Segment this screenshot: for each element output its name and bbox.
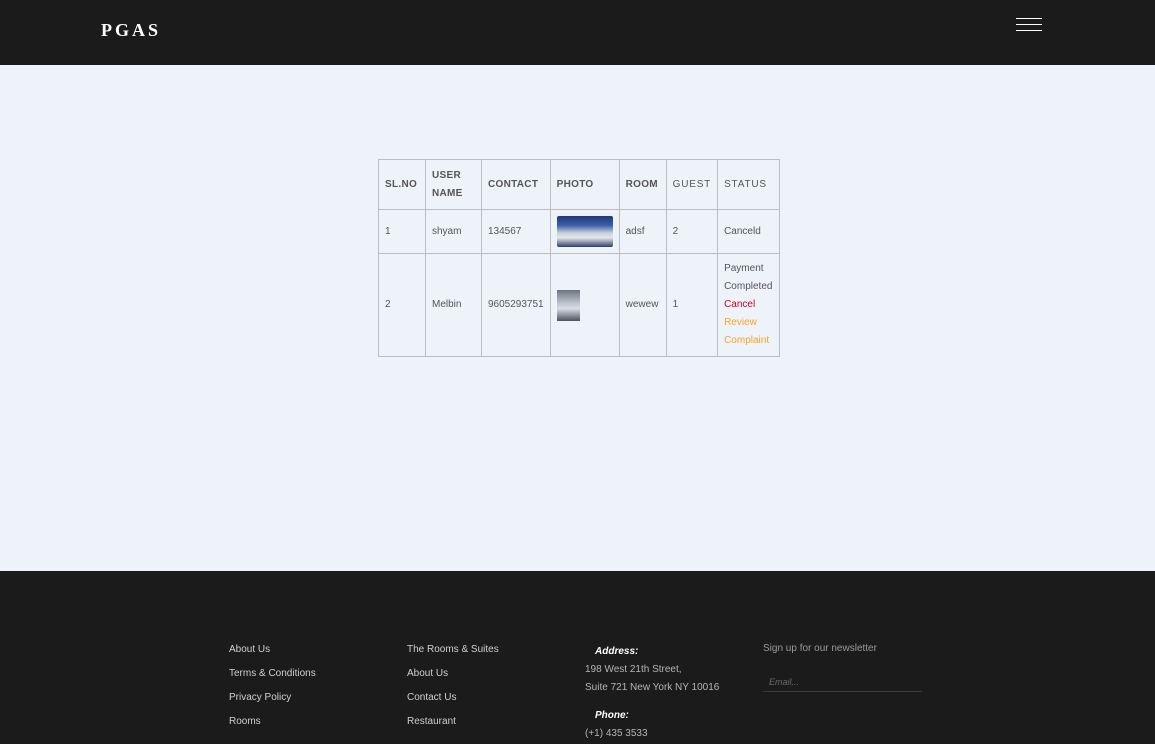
col-header-slno: SL.NO <box>378 159 426 210</box>
complaint-link[interactable]: Complaint <box>724 332 773 350</box>
hamburger-menu-icon[interactable] <box>1012 15 1046 37</box>
footer-link-about-us[interactable]: About Us <box>229 638 316 662</box>
address-label: Address: <box>595 646 639 657</box>
newsletter-email-input[interactable] <box>763 672 922 692</box>
review-link[interactable]: Review <box>724 314 773 332</box>
footer-links-col2: The Rooms & Suites About Us Contact Us R… <box>407 638 499 734</box>
cell-username: Melbin <box>425 253 482 357</box>
newsletter-title: Sign up for our newsletter <box>763 643 877 654</box>
col-header-guest: GUEST <box>665 159 719 210</box>
table-header-row: SL.NO USER NAME CONTACT PHOTO ROOM GUEST… <box>378 159 781 210</box>
address-line2: Suite 721 New York NY 10016 <box>585 682 720 693</box>
table-row: 2 Melbin 9605293751 wewew 1 Payment Comp… <box>378 253 781 357</box>
group-photo-thumbnail[interactable] <box>556 216 613 247</box>
cell-guest: 1 <box>665 253 719 357</box>
status-text: Payment Completed <box>724 263 773 292</box>
footer-link-rooms[interactable]: Rooms <box>229 710 316 734</box>
site-footer: About Us Terms & Conditions Privacy Poli… <box>0 571 1155 744</box>
col-header-photo: PHOTO <box>549 159 620 210</box>
footer-link-terms[interactable]: Terms & Conditions <box>229 662 316 686</box>
cell-status: Canceld <box>717 209 781 254</box>
phone-number: (+1) 435 3533 <box>585 728 648 739</box>
footer-newsletter: Sign up for our newsletter <box>763 643 922 692</box>
cell-slno: 2 <box>378 253 426 357</box>
col-header-username: USER NAME <box>425 159 482 210</box>
footer-link-privacy[interactable]: Privacy Policy <box>229 686 316 710</box>
footer-link-restaurant[interactable]: Restaurant <box>407 710 499 734</box>
cell-slno: 1 <box>378 209 426 254</box>
footer-links-col1: About Us Terms & Conditions Privacy Poli… <box>229 638 316 734</box>
footer-link-about-us-2[interactable]: About Us <box>407 662 499 686</box>
phone-label: Phone: <box>595 710 629 721</box>
col-header-contact: CONTACT <box>481 159 551 210</box>
address-line1: 198 West 21th Street, <box>585 664 682 675</box>
table-row: 1 shyam 134567 adsf 2 Canceld <box>378 209 781 254</box>
bookings-table: SL.NO USER NAME CONTACT PHOTO ROOM GUEST… <box>378 159 781 357</box>
cell-photo <box>549 253 620 357</box>
cell-guest: 2 <box>665 209 719 254</box>
footer-contact-info: Address: 198 West 21th Street, Suite 721… <box>585 643 719 743</box>
cell-username: shyam <box>425 209 482 254</box>
footer-link-rooms-suites[interactable]: The Rooms & Suites <box>407 638 499 662</box>
cell-room: adsf <box>618 209 667 254</box>
cell-status: Payment Completed Cancel Review Complain… <box>717 253 781 357</box>
top-navbar: PGAS <box>0 0 1155 65</box>
cell-contact: 9605293751 <box>481 253 551 357</box>
footer-link-contact[interactable]: Contact Us <box>407 686 499 710</box>
cell-photo <box>549 209 620 254</box>
main-content: SL.NO USER NAME CONTACT PHOTO ROOM GUEST… <box>0 65 1155 571</box>
person-photo-thumbnail[interactable] <box>556 289 580 321</box>
cancel-link[interactable]: Cancel <box>724 296 773 314</box>
brand-logo[interactable]: PGAS <box>101 20 161 41</box>
cell-room: wewew <box>618 253 667 357</box>
col-header-status: STATUS <box>717 159 781 210</box>
cell-contact: 134567 <box>481 209 551 254</box>
col-header-room: ROOM <box>618 159 667 210</box>
